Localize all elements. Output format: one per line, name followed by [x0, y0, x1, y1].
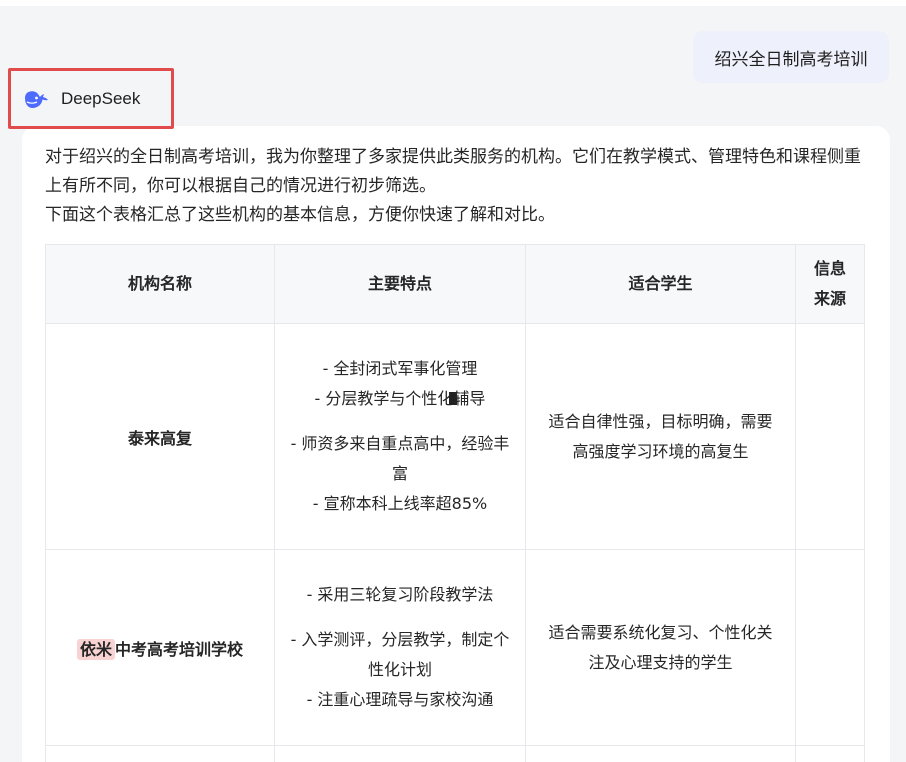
table-cell	[45, 745, 275, 762]
intro-paragraph: 对于绍兴的全日制高考培训，我为你整理了多家提供此类服务的机构。它们在教学模式、管…	[45, 147, 861, 196]
header-suits: 适合学生	[525, 244, 796, 324]
table-cell	[274, 745, 526, 762]
suits-cell: 适合自律性强，目标明确，需要高强度学习环境的高复生	[525, 323, 796, 550]
table-row	[45, 745, 865, 762]
user-message-text: 绍兴全日制高考培训	[714, 49, 868, 70]
feature-list: - 全封闭式军事化管理 - 分层教学与个性化辅导 - 师资多来自重点高中，经验丰…	[275, 354, 525, 519]
feature-item: - 分层教学与个性化辅导	[285, 384, 515, 414]
suits-text: 适合自律性强，目标明确，需要高强度学习环境的高复生	[548, 411, 773, 461]
feature-item: - 全封闭式军事化管理	[322, 359, 478, 378]
feature-item: - 师资多来自重点高中，经验丰富	[290, 434, 510, 483]
features-cell: - 采用三轮复习阶段教学法 - 入学测评，分层教学，制定个性化计划 - 注重心理…	[274, 549, 526, 746]
feature-item: - 入学测评，分层教学，制定个性化计划	[290, 630, 510, 679]
institution-name: 泰来高复	[45, 323, 275, 550]
deepseek-whale-icon	[23, 89, 49, 109]
features-cell: - 全封闭式军事化管理 - 分层教学与个性化辅导 - 师资多来自重点高中，经验丰…	[274, 323, 526, 550]
header-source: 信息来源	[795, 244, 865, 324]
table-row: 依米 中考高考培训学校 - 采用三轮复习阶段教学法 - 入学测评，分层教学，制定个…	[45, 549, 865, 746]
feature-item: - 注重心理疏导与家校沟通	[306, 690, 494, 709]
intro-paragraph: 下面这个表格汇总了这些机构的基本信息，方便你快速了解和对比。	[45, 205, 555, 225]
table-cell	[525, 745, 796, 762]
assistant-intro-text: 对于绍兴的全日制高考培训，我为你整理了多家提供此类服务的机构。它们在教学模式、管…	[45, 143, 875, 230]
feature-item: - 采用三轮复习阶段教学法	[306, 585, 494, 604]
assistant-name: DeepSeek	[61, 88, 141, 108]
top-strip	[0, 0, 906, 6]
table-row: 泰来高复 - 全封闭式军事化管理 - 分层教学与个性化辅导 - 师资多来自重点高…	[45, 323, 865, 550]
feature-item-text: - 分层教学与个性化	[314, 389, 454, 408]
institution-name: 依米 中考高考培训学校	[45, 549, 275, 746]
feature-list: - 采用三轮复习阶段教学法 - 入学测评，分层教学，制定个性化计划 - 注重心理…	[275, 580, 525, 715]
chat-page: 绍兴全日制高考培训 DeepSeek 对于绍兴的全日制高考培训，我为你整理了多家…	[0, 0, 906, 762]
source-cell	[795, 549, 865, 746]
header-name: 机构名称	[45, 244, 275, 324]
highlighted-name-part: 依米	[76, 638, 115, 660]
user-message-bubble: 绍兴全日制高考培训	[693, 31, 889, 83]
table-cell	[795, 745, 865, 762]
suits-text: 适合需要系统化复习、个性化关注及心理支持的学生	[548, 622, 773, 672]
institution-name-text: 中考高考培训学校	[115, 639, 244, 659]
assistant-header: DeepSeek	[8, 68, 174, 129]
header-source-text: 信息来源	[813, 259, 846, 308]
header-features: 主要特点	[274, 244, 526, 324]
feature-item-text: 辅导	[453, 389, 486, 408]
suits-cell: 适合需要系统化复习、个性化关注及心理支持的学生	[525, 549, 796, 746]
institution-table: 机构名称 主要特点 适合学生 信息来源 泰来高复 - 全封闭式军事化管理 - 分…	[45, 244, 865, 762]
institution-name-text: 泰来高复	[127, 428, 192, 448]
table-header-row: 机构名称 主要特点 适合学生 信息来源	[45, 244, 865, 324]
source-cell	[795, 323, 865, 550]
feature-item: - 宣称本科上线率超85%	[312, 494, 488, 513]
